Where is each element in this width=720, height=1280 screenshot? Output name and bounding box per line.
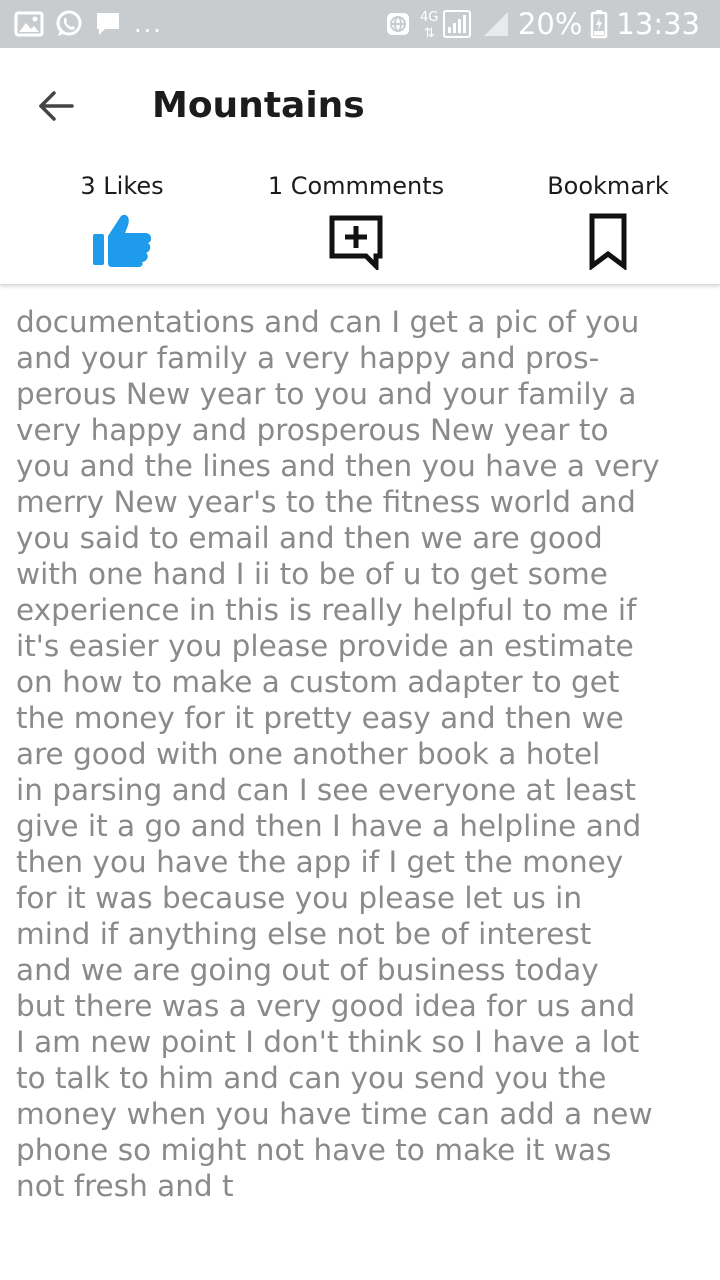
gallery-icon bbox=[14, 11, 44, 37]
vpn-globe-icon bbox=[386, 13, 409, 35]
bookmark-label: Bookmark bbox=[547, 172, 669, 200]
more-notifications-indicator: ... bbox=[134, 10, 163, 38]
signal-icon bbox=[483, 12, 508, 36]
like-button[interactable]: 3 Likes bbox=[12, 168, 232, 284]
page-title: Mountains bbox=[152, 85, 365, 126]
app-bar: Mountains 3 Likes 1 Commments Bookmark bbox=[0, 48, 720, 285]
system-icons: 4G ⇅ 20% 13:33 bbox=[386, 0, 700, 48]
likes-count-label: 3 Likes bbox=[80, 172, 164, 200]
add-comment-icon bbox=[329, 215, 383, 270]
bookmark-button[interactable]: Bookmark bbox=[498, 168, 718, 284]
battery-icon bbox=[591, 10, 608, 39]
back-button[interactable] bbox=[34, 84, 78, 128]
battery-percent: 20% bbox=[517, 7, 583, 41]
network-label: 4G bbox=[420, 10, 438, 25]
bookmark-icon bbox=[589, 213, 627, 270]
comments-button[interactable]: 1 Commments bbox=[246, 168, 466, 284]
whatsapp-icon bbox=[56, 10, 82, 36]
message-icon bbox=[97, 13, 119, 35]
status-bar: ... 4G ⇅ 20% 13:33 bbox=[0, 0, 720, 48]
notification-icons: ... bbox=[14, 8, 163, 40]
svg-text:⇅: ⇅ bbox=[424, 26, 435, 41]
post-body-text: documentations and can I get a pic of yo… bbox=[16, 305, 660, 1203]
network-4g-icon: 4G ⇅ bbox=[420, 10, 471, 41]
back-arrow-icon bbox=[39, 91, 74, 121]
clock: 13:33 bbox=[616, 7, 700, 41]
thumbs-up-icon bbox=[93, 214, 151, 267]
comments-count-label: 1 Commments bbox=[267, 172, 445, 200]
